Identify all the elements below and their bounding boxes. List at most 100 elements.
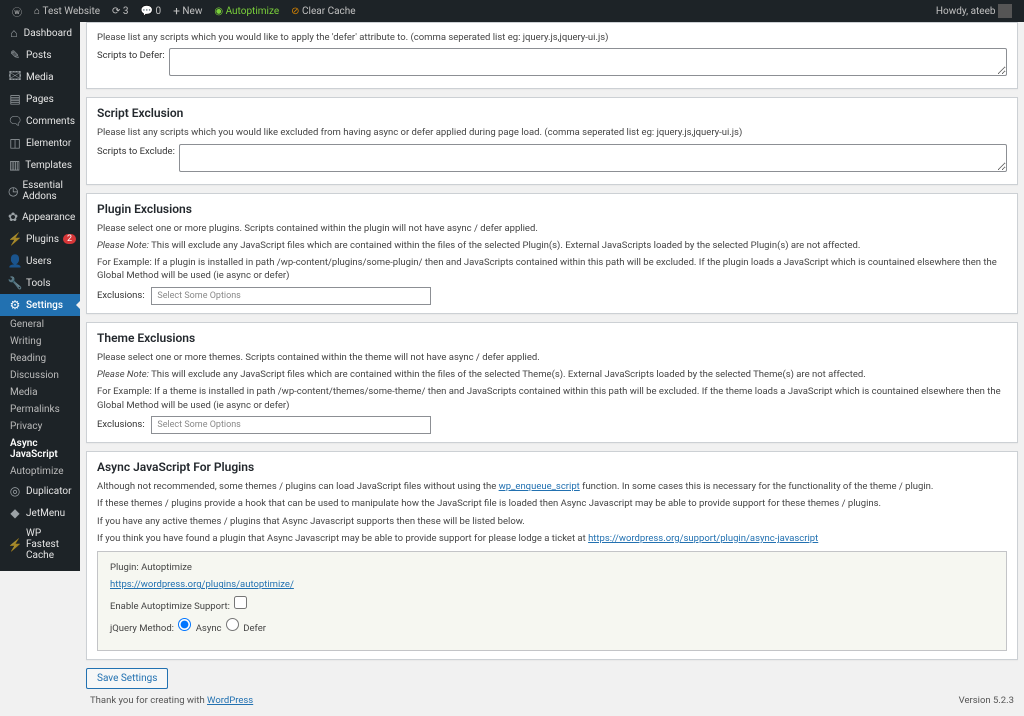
- autoptimize-support-box: Plugin: Autoptimize https://wordpress.or…: [97, 551, 1007, 651]
- nav-elementor[interactable]: ◫Elementor: [0, 132, 80, 154]
- ajfp-p2: If these themes / plugins provide a hook…: [97, 497, 1007, 510]
- plugin-exclusions-p1: Please select one or more plugins. Scrip…: [97, 222, 1007, 235]
- refresh-icon: ⟳: [112, 6, 120, 17]
- wp-enqueue-script-link[interactable]: wp_enqueue_script: [499, 481, 580, 492]
- save-settings-button[interactable]: Save Settings: [86, 668, 168, 689]
- theme-exclusions-p1: Please select one or more themes. Script…: [97, 351, 1007, 364]
- plugin-exclusions-panel: Plugin Exclusions Please select one or m…: [86, 193, 1018, 314]
- defer-label: Scripts to Defer:: [97, 48, 165, 61]
- support-link[interactable]: https://wordpress.org/support/plugin/asy…: [588, 533, 818, 544]
- nav-essential-addons[interactable]: ◷Essential Addons: [0, 176, 80, 206]
- ajfp-panel: Async JavaScript For Plugins Although no…: [86, 451, 1018, 660]
- templates-icon: ▥: [8, 158, 21, 172]
- async-label: Async: [196, 623, 222, 634]
- howdy-link[interactable]: Howdy, ateeb: [930, 0, 1018, 22]
- nav-duplicator[interactable]: ◎Duplicator: [0, 480, 80, 502]
- jquery-method-defer-radio[interactable]: [226, 618, 239, 631]
- theme-exclusions-label: Exclusions:: [97, 419, 145, 430]
- nav-posts[interactable]: ✎Posts: [0, 44, 80, 66]
- ajfp-title: Async JavaScript For Plugins: [97, 460, 1007, 474]
- scripts-to-exclude-input[interactable]: [179, 144, 1007, 172]
- ajfp-p4: If you think you have found a plugin tha…: [97, 532, 1007, 545]
- script-exclusion-panel: Script Exclusion Please list any scripts…: [86, 97, 1018, 184]
- defer-label: Defer: [243, 623, 266, 634]
- plugin-url-link[interactable]: https://wordpress.org/plugins/autoptimiz…: [110, 579, 294, 590]
- jquery-method-async-radio[interactable]: [178, 618, 191, 631]
- nav-pages[interactable]: ▤Pages: [0, 88, 80, 110]
- nav-templates[interactable]: ▥Templates: [0, 154, 80, 176]
- sub-privacy[interactable]: Privacy: [0, 418, 80, 435]
- enable-autoptimize-label: Enable Autoptimize Support:: [110, 601, 230, 612]
- footer-thanks: Thank you for creating with: [90, 695, 207, 706]
- site-title: Test Website: [43, 6, 101, 17]
- script-exclusion-label: Scripts to Exclude:: [97, 144, 175, 157]
- users-icon: 👤: [8, 254, 22, 268]
- plugin-exclusions-label: Exclusions:: [97, 290, 145, 301]
- sub-permalinks[interactable]: Permalinks: [0, 401, 80, 418]
- updates-link[interactable]: ⟳ 3: [106, 0, 135, 22]
- nav-users[interactable]: 👤Users: [0, 250, 80, 272]
- comment-icon: 💬: [141, 6, 153, 17]
- defer-description: Please list any scripts which you would …: [97, 31, 1007, 44]
- duplicator-icon: ◎: [8, 484, 22, 498]
- essential-icon: ◷: [8, 184, 18, 198]
- appearance-icon: ✿: [8, 210, 18, 224]
- theme-exclusions-select[interactable]: Select Some Options: [151, 416, 431, 434]
- nav-settings[interactable]: ⚙Settings: [0, 294, 80, 316]
- admin-bar: ⓦ ⌂ Test Website ⟳ 3 💬 0 + New ◉ Autopti…: [0, 0, 1024, 22]
- nav-wp-fastest-cache[interactable]: ⚡WP Fastest Cache: [0, 524, 80, 565]
- new-link[interactable]: + New: [167, 0, 208, 22]
- scripts-to-defer-input[interactable]: [169, 48, 1007, 76]
- sub-reading[interactable]: Reading: [0, 350, 80, 367]
- nav-media[interactable]: 🖾Media: [0, 66, 80, 88]
- plus-icon: +: [173, 4, 180, 18]
- autoptimize-link[interactable]: ◉ Autoptimize: [208, 0, 285, 22]
- comments-icon: 🗨: [8, 114, 22, 128]
- settings-submenu: General Writing Reading Discussion Media…: [0, 316, 80, 480]
- sub-autoptimize[interactable]: Autoptimize: [0, 463, 80, 480]
- theme-exclusions-panel: Theme Exclusions Please select one or mo…: [86, 322, 1018, 443]
- footer-version: Version 5.2.3: [959, 695, 1014, 706]
- nav-tools[interactable]: 🔧Tools: [0, 272, 80, 294]
- nav-plugins[interactable]: ⚡Plugins2: [0, 228, 80, 250]
- sub-discussion[interactable]: Discussion: [0, 367, 80, 384]
- script-exclusion-title: Script Exclusion: [97, 106, 1007, 120]
- sub-writing[interactable]: Writing: [0, 333, 80, 350]
- plugin-exclusions-p2: Please Note: This will exclude any JavaS…: [97, 239, 1007, 252]
- sub-async-javascript[interactable]: Async JavaScript: [0, 435, 80, 463]
- plugins-icon: ⚡: [8, 232, 22, 246]
- home-icon: ⌂: [34, 6, 40, 17]
- sub-media[interactable]: Media: [0, 384, 80, 401]
- nav-comments[interactable]: 🗨Comments: [0, 110, 80, 132]
- plugin-exclusions-title: Plugin Exclusions: [97, 202, 1007, 216]
- clear-cache-link[interactable]: ⊘ Clear Cache: [285, 0, 361, 22]
- nav-jetmenu[interactable]: ◆JetMenu: [0, 502, 80, 524]
- nav-smush[interactable]: ◓Smush: [0, 565, 80, 571]
- scripts-to-defer-panel: Please list any scripts which you would …: [86, 22, 1018, 89]
- plugins-badge: 2: [63, 234, 76, 244]
- nav-appearance[interactable]: ✿Appearance: [0, 206, 80, 228]
- plugin-exclusions-p3: For Example: If a plugin is installed in…: [97, 256, 1007, 283]
- wordpress-icon: ⓦ: [12, 4, 22, 19]
- nav-dashboard[interactable]: ⌂Dashboard: [0, 22, 80, 44]
- ajfp-p3: If you have any active themes / plugins …: [97, 515, 1007, 528]
- enable-autoptimize-row: Enable Autoptimize Support:: [110, 596, 994, 612]
- plugin-name-label: Plugin: Autoptimize: [110, 562, 994, 573]
- theme-exclusions-p2: Please Note: This will exclude any JavaS…: [97, 368, 1007, 381]
- media-icon: 🖾: [8, 70, 22, 84]
- site-link[interactable]: ⌂ Test Website: [28, 0, 106, 22]
- sub-general[interactable]: General: [0, 316, 80, 333]
- wpfc-icon: ⚡: [8, 538, 22, 552]
- wp-logo[interactable]: ⓦ: [6, 0, 28, 22]
- clear-cache-icon: ⊘: [291, 6, 299, 17]
- script-exclusion-desc: Please list any scripts which you would …: [97, 126, 1007, 139]
- plugin-exclusions-select[interactable]: Select Some Options: [151, 287, 431, 305]
- admin-sidebar: ⌂Dashboard ✎Posts 🖾Media ▤Pages 🗨Comment…: [0, 22, 80, 571]
- admin-footer: Thank you for creating with WordPress Ve…: [86, 689, 1018, 706]
- enable-autoptimize-checkbox[interactable]: [234, 596, 247, 609]
- theme-exclusions-title: Theme Exclusions: [97, 331, 1007, 345]
- autoptimize-icon: ◉: [214, 6, 223, 17]
- theme-exclusions-p3: For Example: If a theme is installed in …: [97, 385, 1007, 412]
- comments-link[interactable]: 💬 0: [135, 0, 168, 22]
- footer-wordpress-link[interactable]: WordPress: [207, 695, 253, 706]
